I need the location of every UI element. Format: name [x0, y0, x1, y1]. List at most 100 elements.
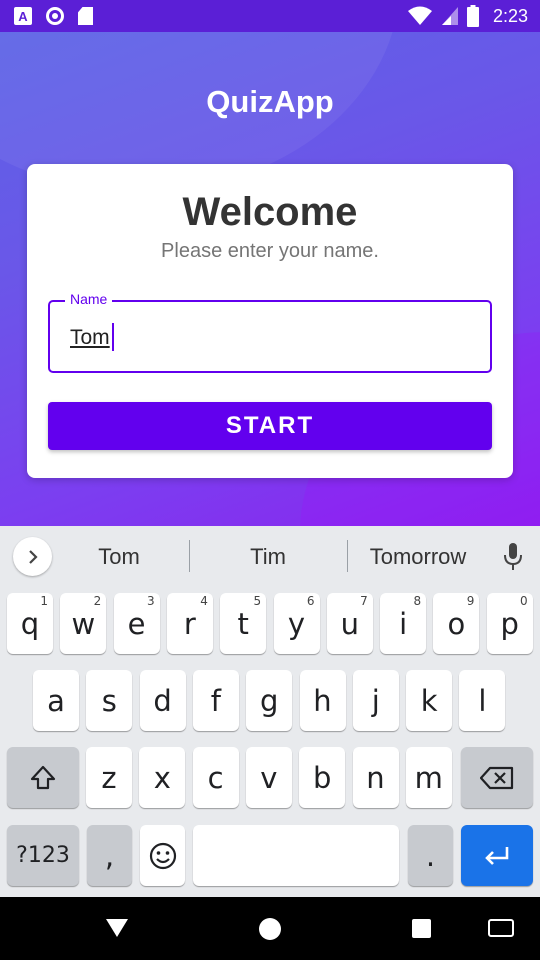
- soft-keyboard: Tom Tim Tomorrow ?123 , . q 1 w 2 e 3 r …: [0, 526, 540, 897]
- key-hint: 5: [253, 594, 262, 608]
- key-label: y: [287, 606, 306, 641]
- app-title: QuizApp: [206, 84, 334, 119]
- key-label: a: [47, 683, 65, 718]
- key-h[interactable]: h: [299, 670, 346, 731]
- key-w[interactable]: w2: [60, 593, 107, 654]
- key-s[interactable]: s: [86, 670, 133, 731]
- key-label: w: [71, 606, 96, 641]
- key-m[interactable]: m: [405, 747, 452, 808]
- key-label: z: [101, 760, 117, 795]
- welcome-card: Welcome Please enter your name. Name Tom…: [27, 164, 513, 478]
- circle-icon: [46, 7, 64, 25]
- suggestion-divider: [347, 540, 348, 572]
- key-label: g: [259, 683, 279, 718]
- wifi-icon: [407, 6, 432, 25]
- keyboard-switch-icon[interactable]: [488, 919, 514, 937]
- key-q[interactable]: q1: [7, 593, 53, 654]
- key-label: u: [340, 606, 359, 641]
- a-box-icon: A: [14, 7, 32, 25]
- welcome-heading: Welcome: [182, 190, 358, 234]
- suggestion-3[interactable]: Tomorrow: [352, 544, 484, 570]
- key-hint: 9: [466, 594, 475, 608]
- welcome-subtitle: Please enter your name.: [161, 240, 379, 262]
- key-n[interactable]: n: [352, 747, 399, 808]
- navigation-bar: [0, 897, 540, 960]
- signal-icon: [441, 7, 458, 25]
- emoji-icon: [149, 842, 176, 869]
- key-label: o: [447, 606, 466, 641]
- key-g[interactable]: g: [246, 670, 293, 731]
- key-hint: 1: [40, 594, 48, 608]
- expand-toolbar-button[interactable]: [13, 537, 52, 576]
- status-left-icons: A: [14, 7, 93, 25]
- key-label: r: [183, 606, 196, 641]
- key-hint: 4: [200, 594, 208, 608]
- status-right-icons: 2:23: [407, 5, 528, 27]
- key-a[interactable]: a: [33, 670, 79, 731]
- key-label: e: [127, 606, 146, 641]
- key-label: c: [207, 760, 224, 795]
- key-label: n: [366, 760, 385, 795]
- suggestion-strip: Tom Tim Tomorrow: [0, 526, 540, 586]
- key-y[interactable]: y6: [273, 593, 320, 654]
- key-p[interactable]: p0: [486, 593, 533, 654]
- key-i[interactable]: i8: [380, 593, 427, 654]
- key-hint: 6: [306, 594, 315, 608]
- key-d[interactable]: d: [139, 670, 186, 731]
- key-c[interactable]: c: [192, 747, 239, 808]
- recents-icon[interactable]: [412, 919, 431, 938]
- key-hint: 8: [413, 594, 422, 608]
- key-label: d: [153, 683, 172, 718]
- key-k[interactable]: k: [406, 670, 453, 731]
- start-button[interactable]: START: [48, 402, 492, 450]
- key-label: v: [260, 760, 278, 795]
- key-r[interactable]: r4: [166, 593, 213, 654]
- clock: 2:23: [492, 5, 528, 26]
- back-icon[interactable]: [106, 919, 128, 937]
- key-x[interactable]: x: [139, 747, 186, 808]
- backspace-icon: [480, 766, 514, 789]
- key-label: i: [399, 606, 408, 641]
- battery-icon: [466, 5, 479, 27]
- name-input-value[interactable]: Tom: [70, 326, 110, 350]
- suggestion-2[interactable]: Tim: [200, 544, 336, 570]
- key-label: p: [500, 606, 519, 641]
- key-u[interactable]: u7: [326, 593, 373, 654]
- enter-key[interactable]: [461, 825, 533, 886]
- key-o[interactable]: o9: [433, 593, 480, 654]
- key-j[interactable]: j: [352, 670, 399, 731]
- microphone-icon[interactable]: [504, 543, 522, 571]
- key-label: j: [371, 683, 380, 718]
- key-z[interactable]: z: [86, 747, 132, 808]
- key-hint: 2: [93, 594, 102, 608]
- key-f[interactable]: f: [192, 670, 239, 731]
- symbols-key[interactable]: ?123: [7, 825, 79, 886]
- key-t[interactable]: t5: [220, 593, 267, 654]
- backspace-key[interactable]: [461, 747, 533, 808]
- name-input[interactable]: Name Tom: [48, 291, 492, 373]
- key-e[interactable]: e3: [113, 593, 160, 654]
- sd-card-icon: [78, 7, 93, 25]
- text-cursor: [112, 323, 114, 351]
- period-key[interactable]: .: [408, 825, 453, 886]
- key-label: t: [237, 606, 249, 641]
- status-bar: A 2:23: [0, 0, 540, 32]
- name-input-label: Name: [65, 291, 113, 307]
- suggestion-divider: [189, 540, 190, 572]
- key-label: b: [312, 760, 332, 795]
- key-label: m: [414, 760, 443, 795]
- key-l[interactable]: l: [459, 670, 506, 731]
- key-v[interactable]: v: [245, 747, 292, 808]
- space-key[interactable]: [193, 825, 399, 886]
- shift-key[interactable]: [7, 747, 79, 808]
- emoji-key[interactable]: [140, 825, 185, 886]
- key-hint: 7: [360, 594, 368, 608]
- key-label: s: [101, 683, 117, 718]
- key-label: h: [313, 683, 332, 718]
- home-icon[interactable]: [259, 918, 281, 940]
- key-label: x: [153, 760, 171, 795]
- key-b[interactable]: b: [299, 747, 346, 808]
- key-label: f: [210, 683, 221, 718]
- suggestion-1[interactable]: Tom: [60, 544, 178, 570]
- comma-key[interactable]: ,: [87, 825, 132, 886]
